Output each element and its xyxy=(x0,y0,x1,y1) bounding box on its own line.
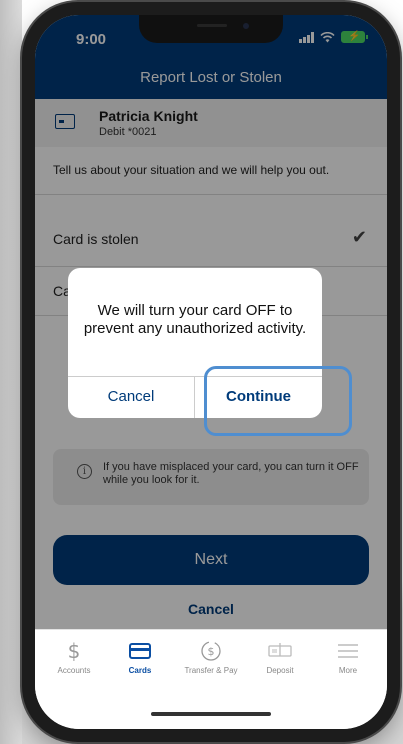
deposit-icon xyxy=(245,640,315,662)
tab-label: More xyxy=(338,666,358,675)
highlight-box xyxy=(204,366,352,436)
tab-bar: $ Accounts Cards $ Transfer & Pay Deposi xyxy=(35,629,387,729)
menu-icon xyxy=(313,640,383,662)
svg-text:$: $ xyxy=(208,645,215,658)
tab-more[interactable]: More xyxy=(313,640,383,675)
tab-transfer-pay[interactable]: $ Transfer & Pay xyxy=(176,640,246,675)
tab-accounts[interactable]: $ Accounts xyxy=(39,639,109,675)
tab-label: Accounts xyxy=(57,666,91,675)
dollar-icon: $ xyxy=(67,639,81,663)
tab-label: Cards xyxy=(128,666,152,675)
background-shade xyxy=(0,0,22,744)
dialog-cancel-button[interactable]: Cancel xyxy=(68,376,194,418)
tab-deposit[interactable]: Deposit xyxy=(245,640,315,675)
tab-cards[interactable]: Cards xyxy=(105,640,175,675)
tab-label: Deposit xyxy=(266,666,294,675)
transfer-icon: $ xyxy=(176,640,246,662)
card-icon xyxy=(105,640,175,662)
home-indicator xyxy=(151,712,271,716)
dialog-message: We will turn your card OFF to prevent an… xyxy=(83,302,307,337)
tab-label: Transfer & Pay xyxy=(184,666,238,675)
